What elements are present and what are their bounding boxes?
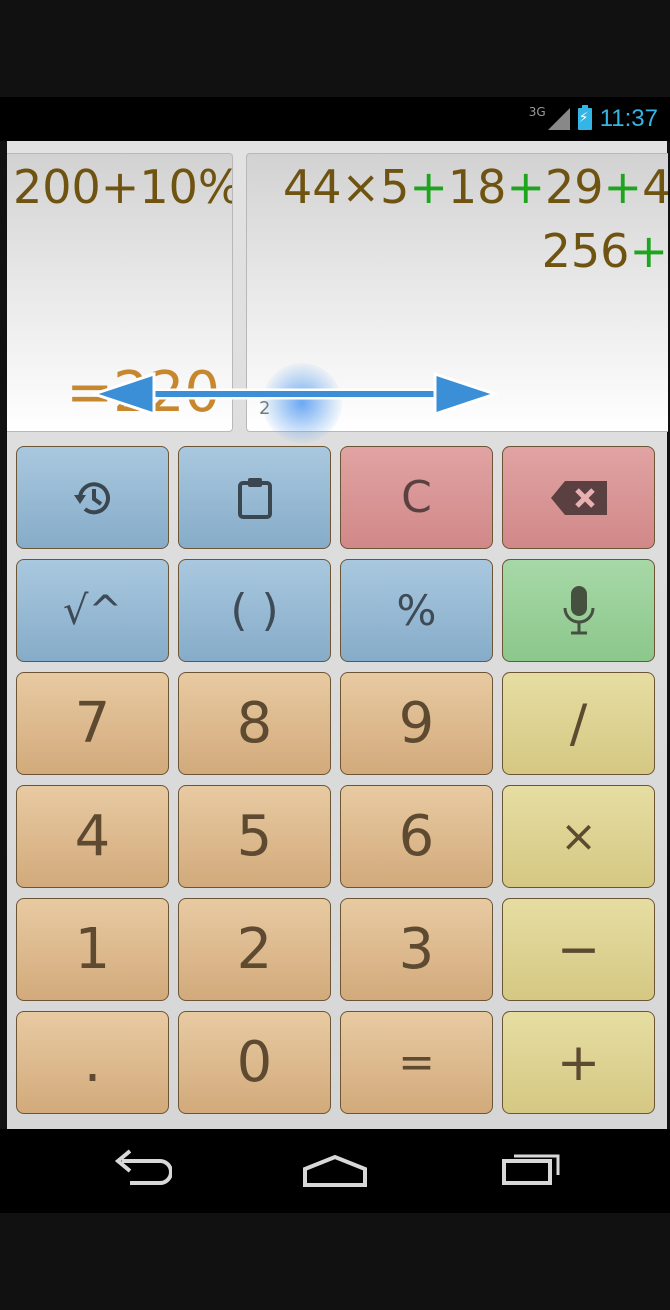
history-button[interactable] [16,446,169,549]
digit-7-button[interactable]: 7 [16,672,169,775]
clipboard-icon [237,477,272,519]
digit-0-button[interactable]: 0 [178,1011,331,1114]
calculator-app: 200+10% =220 44×5+18+29+45 256+ 2 C [7,141,668,1129]
minus-button[interactable]: − [502,898,655,1001]
signal-icon [547,108,570,130]
navigation-bar [0,1129,670,1213]
microphone-icon [563,585,594,634]
digit-7-label: 7 [74,691,111,756]
home-icon[interactable] [300,1147,370,1193]
multiply-button[interactable]: × [502,785,655,888]
digit-4-button[interactable]: 4 [16,785,169,888]
swipe-arrow-icon [92,371,497,417]
percent-button[interactable]: % [340,559,493,662]
digit-5-label: 5 [236,804,273,869]
divide-button[interactable]: / [502,672,655,775]
digit-9-button[interactable]: 9 [340,672,493,775]
equals-label: = [398,1037,435,1088]
back-icon[interactable] [108,1147,172,1193]
decimal-point-label: . [83,1030,102,1095]
voice-input-button[interactable] [502,559,655,662]
status-icons: 3G ⚡ 11:37 [529,97,658,141]
parentheses-label: ( ) [230,585,279,636]
plus-label: + [556,1032,601,1093]
digit-3-button[interactable]: 3 [340,898,493,1001]
root-power-label: √^ [62,587,122,634]
digit-4-label: 4 [74,804,111,869]
expression-previous[interactable]: 200+10% [13,160,232,214]
decimal-point-button[interactable]: . [16,1011,169,1114]
multiply-label: × [560,811,597,862]
digit-9-label: 9 [398,691,435,756]
digit-8-button[interactable]: 8 [178,672,331,775]
clear-button[interactable]: C [340,446,493,549]
percent-label: % [396,586,437,635]
digit-1-button[interactable]: 1 [16,898,169,1001]
paste-button[interactable] [178,446,331,549]
network-type: 3G [528,105,546,119]
history-icon [73,481,110,514]
divide-label: / [569,693,588,754]
backspace-icon [550,480,607,515]
backspace-button[interactable] [502,446,655,549]
expression-current-line1[interactable]: 44×5+18+29+45 [283,160,668,214]
parentheses-button[interactable]: ( ) [178,559,331,662]
status-clock: 11:37 [599,105,658,132]
minus-label: − [556,919,601,980]
digit-0-label: 0 [236,1030,273,1095]
plus-button[interactable]: + [502,1011,655,1114]
digit-6-button[interactable]: 6 [340,785,493,888]
status-bar: 3G ⚡ 11:37 [0,97,670,141]
digit-6-label: 6 [398,804,435,869]
digit-8-label: 8 [236,691,273,756]
equals-button[interactable]: = [340,1011,493,1114]
digit-5-button[interactable]: 5 [178,785,331,888]
bottom-black-band [0,1213,670,1310]
digit-2-label: 2 [236,917,273,982]
digit-2-button[interactable]: 2 [178,898,331,1001]
root-power-button[interactable]: √^ [16,559,169,662]
recent-apps-icon[interactable] [498,1147,568,1193]
battery-charging-icon: ⚡ [577,105,592,130]
clear-label: C [401,472,432,523]
top-black-band [0,0,670,97]
digit-1-label: 1 [74,917,111,982]
digit-3-label: 3 [398,917,435,982]
expression-current-line2[interactable]: 256+ [542,224,668,278]
